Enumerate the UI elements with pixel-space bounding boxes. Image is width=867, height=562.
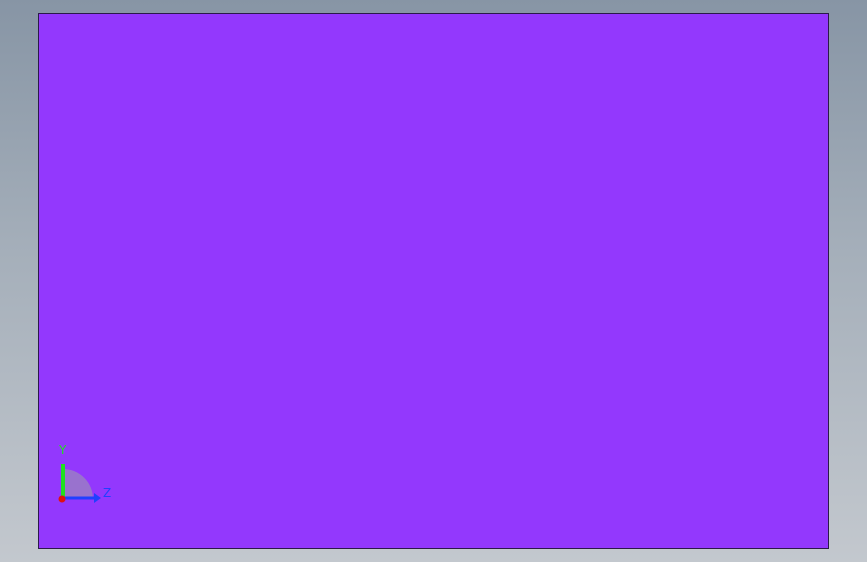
x-axis-dot [58,495,66,503]
graphics-viewport[interactable]: Y Z [0,0,867,562]
triad-plane-arc [63,469,93,499]
reference-triad: Y Z [50,440,120,510]
z-axis-label: Z [103,486,112,500]
model-face[interactable] [38,13,829,549]
y-axis-label: Y [59,443,67,457]
z-axis-arrowhead [94,493,101,503]
